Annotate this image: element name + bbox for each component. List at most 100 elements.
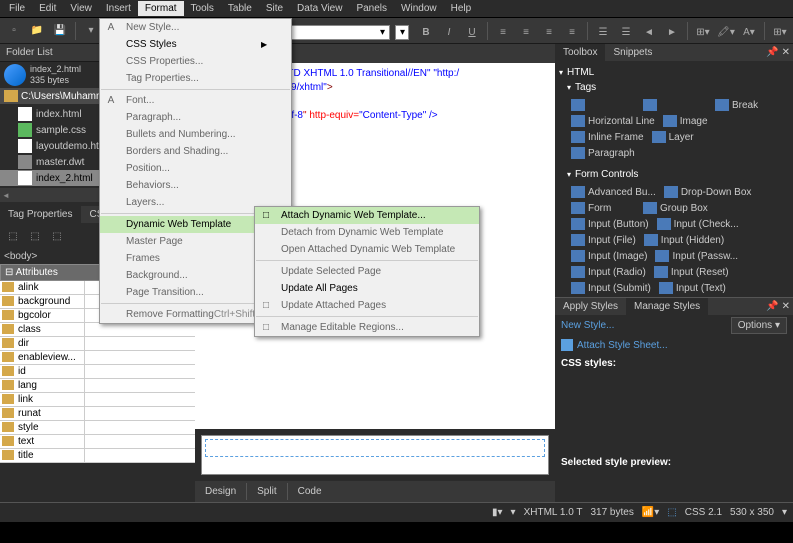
submenu-item-manage-editable-regions-: □Manage Editable Regions... xyxy=(255,319,479,336)
attr-lang[interactable]: lang xyxy=(0,379,195,393)
menu-edit[interactable]: Edit xyxy=(32,1,63,16)
toolbox-input-text-[interactable]: Input (Text) xyxy=(655,280,730,296)
menu-panels[interactable]: Panels xyxy=(349,1,394,16)
underline-button[interactable]: U xyxy=(462,22,482,42)
menu-item-new-style-: ANew Style... xyxy=(100,19,291,36)
toolbox-form[interactable]: Form xyxy=(567,200,639,216)
outdent-button[interactable]: ◄ xyxy=(639,22,659,42)
numbered-list-button[interactable]: ☰ xyxy=(616,22,636,42)
submenu-item-update-all-pages[interactable]: Update All Pages xyxy=(255,280,479,297)
menu-format[interactable]: Format xyxy=(138,1,184,16)
design-view[interactable] xyxy=(201,435,549,475)
toolbox-advanced-bu-[interactable]: Advanced Bu... xyxy=(567,184,660,200)
toolbox-paragraph[interactable]: Paragraph xyxy=(567,145,639,161)
submenu-item-attach-dynamic-web-template-[interactable]: □Attach Dynamic Web Template... xyxy=(255,207,479,224)
open-button[interactable]: 📁 xyxy=(27,21,47,41)
attr-runat[interactable]: runat xyxy=(0,407,195,421)
tab-design[interactable]: Design xyxy=(195,483,247,500)
indent-button[interactable]: ► xyxy=(662,22,682,42)
status-doctype[interactable]: XHTML 1.0 T xyxy=(524,507,583,518)
status-dimensions[interactable]: 530 x 350 xyxy=(730,507,774,518)
toolbox-image[interactable]: Image xyxy=(659,113,731,129)
toolbox-input-passw-[interactable]: Input (Passw... xyxy=(651,248,742,264)
attr-link[interactable]: link xyxy=(0,393,195,407)
menu-tools[interactable]: Tools xyxy=(184,1,221,16)
status-connection[interactable]: 📶▾ xyxy=(642,507,659,518)
tab-tag-properties[interactable]: Tag Properties xyxy=(0,206,81,223)
toolbox-layer[interactable]: Layer xyxy=(648,129,720,145)
status-css[interactable]: CSS 2.1 xyxy=(685,507,722,518)
attach-stylesheet-link[interactable]: Attach Style Sheet... xyxy=(555,336,793,354)
options-button[interactable]: Options ▾ xyxy=(731,317,787,334)
toolbox--span-[interactable] xyxy=(639,97,711,113)
align-center-button[interactable]: ≡ xyxy=(516,22,536,42)
menu-insert[interactable]: Insert xyxy=(99,1,138,16)
new-button[interactable]: ▫ xyxy=(4,21,24,41)
tab-manage-styles[interactable]: Manage Styles xyxy=(626,298,708,315)
menu-file[interactable]: File xyxy=(2,1,32,16)
toolbox-drop-down-box[interactable]: Drop-Down Box xyxy=(660,184,756,200)
menu-view[interactable]: View xyxy=(63,1,99,16)
css-styles-header: CSS styles: xyxy=(555,354,793,373)
menu-data-view[interactable]: Data View xyxy=(290,1,349,16)
section-form-controls[interactable]: Form Controls xyxy=(559,167,789,182)
toolbox-input-radio-[interactable]: Input (Radio) xyxy=(567,264,650,280)
dropdown-icon[interactable]: ▾ xyxy=(81,21,101,41)
attr-text[interactable]: text xyxy=(0,435,195,449)
pin-icon[interactable]: 📌 ✕ xyxy=(763,44,793,61)
bold-button[interactable]: B xyxy=(416,22,436,42)
tab-toolbox[interactable]: Toolbox xyxy=(555,44,605,61)
expand-button[interactable]: ⬚ xyxy=(47,226,67,246)
save-button[interactable]: 💾 xyxy=(50,21,70,41)
toolbox-input-submit-[interactable]: Input (Submit) xyxy=(567,280,655,296)
italic-button[interactable]: I xyxy=(439,22,459,42)
tab-apply-styles[interactable]: Apply Styles xyxy=(555,298,626,315)
tab-code[interactable]: Code xyxy=(288,483,332,500)
menu-window[interactable]: Window xyxy=(394,1,444,16)
align-left-button[interactable]: ≡ xyxy=(493,22,513,42)
menu-item-css-styles[interactable]: CSS Styles▶ xyxy=(100,36,291,53)
attr-class[interactable]: class xyxy=(0,323,195,337)
section-tags[interactable]: Tags xyxy=(559,80,789,95)
attr-id[interactable]: id xyxy=(0,365,195,379)
toolbox-break[interactable]: Break xyxy=(711,97,783,113)
border-button[interactable]: ⊞▾ xyxy=(693,22,713,42)
toolbox-input-button-[interactable]: Input (Button) xyxy=(567,216,653,232)
statusbar: ▮▾ ▾ XHTML 1.0 T 317 bytes 📶▾ ⬚ CSS 2.1 … xyxy=(0,502,793,522)
toolbox-input-hidden-[interactable]: Input (Hidden) xyxy=(640,232,728,248)
attr-style[interactable]: style xyxy=(0,421,195,435)
table-button[interactable]: ⊞▾ xyxy=(770,22,790,42)
toolbox-input-reset-[interactable]: Input (Reset) xyxy=(650,264,733,280)
font-color-button[interactable]: A▾ xyxy=(739,22,759,42)
status-schema[interactable]: ⬚ xyxy=(667,507,676,518)
toolbox-input-check-[interactable]: Input (Check... xyxy=(653,216,743,232)
toolbox-horizontal-line[interactable]: Horizontal Line xyxy=(567,113,659,129)
highlight-button[interactable]: 🖍▾ xyxy=(716,22,736,42)
new-style-link[interactable]: New Style... xyxy=(555,317,725,334)
submenu-item-open-attached-dynamic-web-template: Open Attached Dynamic Web Template xyxy=(255,241,479,258)
toolbox-group-box[interactable]: Group Box xyxy=(639,200,712,216)
list-button[interactable]: ☰ xyxy=(593,22,613,42)
tab-snippets[interactable]: Snippets xyxy=(605,44,660,61)
filter-button[interactable]: ⬚ xyxy=(25,226,45,246)
menu-item-tag-properties-: Tag Properties... xyxy=(100,70,291,87)
section-html[interactable]: HTML xyxy=(559,65,789,80)
toolbox--div-[interactable] xyxy=(567,97,639,113)
justify-button[interactable]: ≡ xyxy=(562,22,582,42)
attr-enableview[interactable]: enableview... xyxy=(0,351,195,365)
toolbox-inline-frame[interactable]: Inline Frame xyxy=(567,129,648,145)
attr-title[interactable]: title xyxy=(0,449,195,463)
size-dropdown[interactable]: ▾ xyxy=(395,25,409,40)
align-right-button[interactable]: ≡ xyxy=(539,22,559,42)
tab-split[interactable]: Split xyxy=(247,483,287,500)
attr-dir[interactable]: dir xyxy=(0,337,195,351)
toolbox-input-file-[interactable]: Input (File) xyxy=(567,232,640,248)
menu-site[interactable]: Site xyxy=(259,1,290,16)
toolbox-input-image-[interactable]: Input (Image) xyxy=(567,248,651,264)
attach-icon xyxy=(561,339,573,351)
pin-icon[interactable]: 📌 ✕ xyxy=(763,298,793,315)
menu-help[interactable]: Help xyxy=(444,1,479,16)
status-flag[interactable]: ▮▾ xyxy=(492,507,503,518)
sort-button[interactable]: ⬚ xyxy=(3,226,23,246)
menu-table[interactable]: Table xyxy=(221,1,259,16)
